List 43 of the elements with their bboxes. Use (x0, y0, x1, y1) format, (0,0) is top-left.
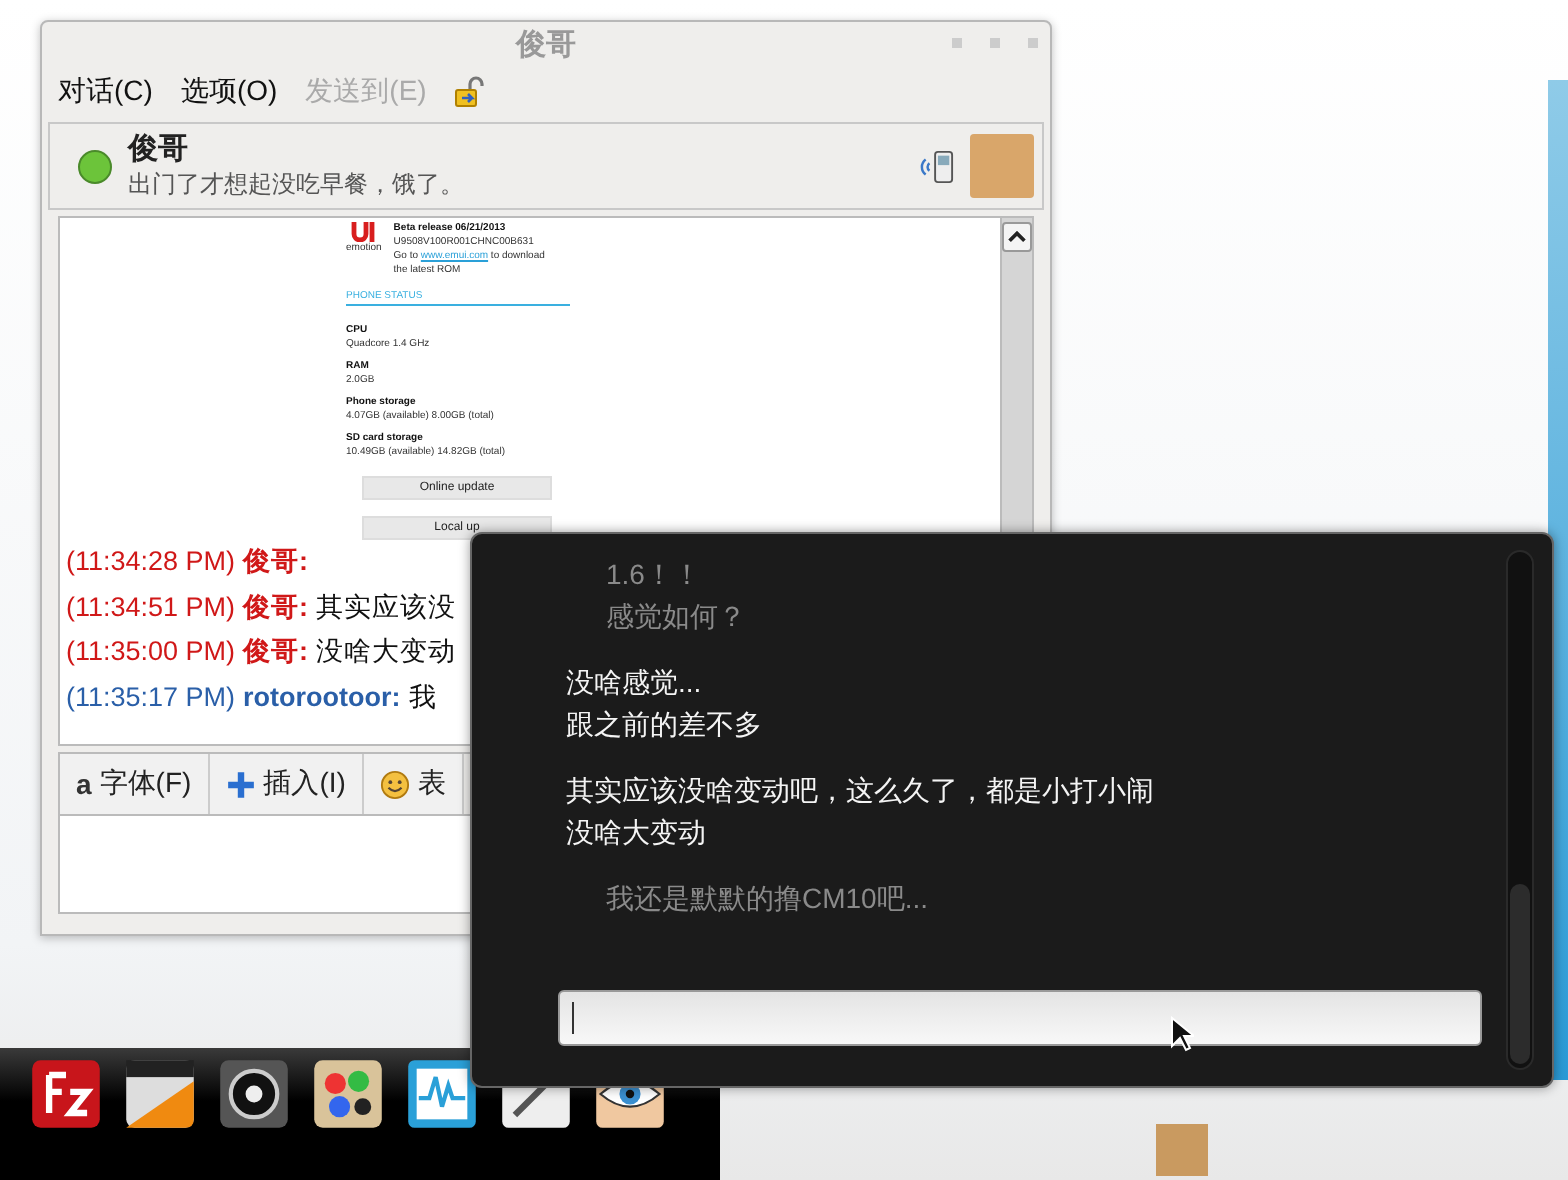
avatar-photo-placeholder (970, 134, 1034, 198)
message-text: 其实应该没 (316, 589, 457, 625)
contact-name: 俊哥 (128, 130, 190, 168)
waveform-icon[interactable] (404, 1056, 480, 1132)
scrollbar[interactable] (1506, 550, 1534, 1070)
message-sender: 俊哥: (243, 544, 309, 580)
toolbar-button[interactable]: 插入(I) (209, 754, 364, 814)
film-icon[interactable] (122, 1056, 198, 1132)
message-text: 没啥大变动 (316, 634, 457, 670)
round-app-icon[interactable] (216, 1056, 292, 1132)
scroll-thumb[interactable] (1510, 884, 1530, 1064)
menu-item[interactable]: 选项(O) (180, 74, 278, 110)
mouse-pointer-icon (1170, 1016, 1194, 1052)
message-sender: rotorootoor: (243, 679, 401, 715)
toolbar-button[interactable]: 表 (363, 754, 464, 814)
logo-icon (349, 222, 378, 242)
reply-field[interactable] (558, 990, 1482, 1046)
popup-message: 其实应该没啥变动吧，这么久了，都是小打小闹 (566, 772, 1154, 810)
message-timestamp: (11:35:17 PM) (66, 679, 236, 716)
tray-avatar-placeholder (1156, 1124, 1208, 1176)
zigzag-app-icon[interactable] (28, 1056, 104, 1132)
popup-message: 感觉如何？ (606, 598, 748, 636)
padlock-icon[interactable] (454, 76, 487, 108)
palette-icon[interactable] (310, 1056, 386, 1132)
popup-message: 我还是默默的撸CM10吧... (606, 880, 931, 918)
smiley-icon (379, 769, 410, 799)
popup-message: 1.6！！ (606, 556, 703, 594)
toolbar-button[interactable]: a 字体(F) (60, 754, 210, 814)
status-message: 出门了才想起没吃早餐，饿了。 (128, 168, 466, 202)
message-timestamp: (11:35:00 PM) (66, 634, 236, 670)
mobile-phone-icon (920, 147, 954, 185)
window-title: 俊哥 (516, 25, 576, 63)
popup-message: 没啥大变动 (566, 814, 708, 852)
message-sender: 俊哥: (243, 589, 309, 625)
message-sender: 俊哥: (243, 634, 309, 670)
message-timestamp: (11:34:51 PM) (66, 589, 236, 626)
menu-item[interactable]: 对话(C) (58, 74, 153, 110)
message-timestamp: (11:34:28 PM) (66, 544, 236, 580)
scroll-up-icon[interactable] (1002, 222, 1032, 252)
popup-message: 没啥感觉... (566, 664, 704, 702)
plus-icon (225, 769, 256, 799)
message-text: 我 (408, 679, 437, 715)
popup-message: 跟之前的差不多 (566, 706, 764, 744)
